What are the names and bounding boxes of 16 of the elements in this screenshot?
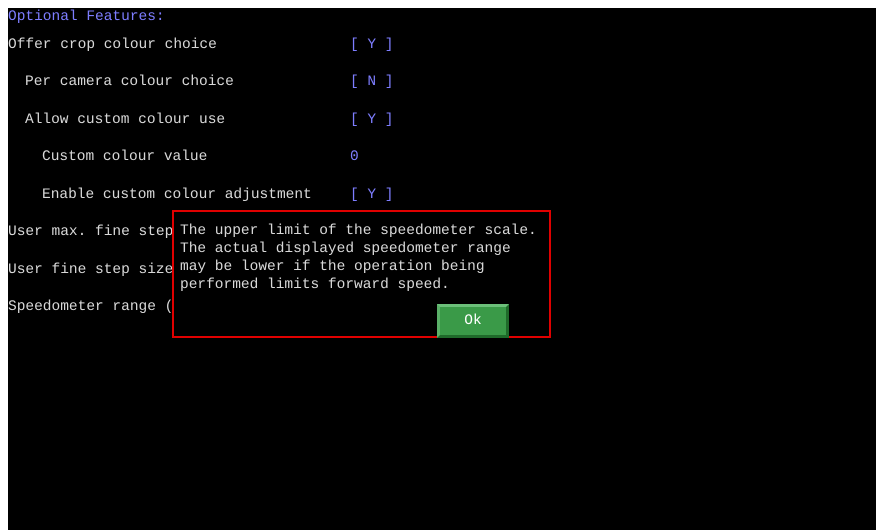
setting-value[interactable]: [ Y ] (350, 186, 394, 203)
section-heading: Optional Features: (8, 8, 165, 26)
setting-label: User fine step size (8, 262, 174, 278)
ok-button[interactable]: Ok (437, 304, 509, 338)
setting-value[interactable]: [ Y ] (350, 112, 394, 128)
help-message: The upper limit of the speedometer scale. The actual displayed speedometer range may be lower if the operation being performed limits forward speed. (180, 222, 538, 294)
setting-label: Offer crop colour choice (8, 36, 217, 53)
setting-value[interactable]: [ N ] (350, 74, 394, 90)
setting-value[interactable]: [ Y ] (350, 36, 394, 53)
setting-label: Allow custom colour use (25, 112, 226, 128)
setting-label: User max. fine step (8, 224, 174, 240)
setting-label: Enable custom colour adjustment (42, 186, 312, 203)
setting-label: Custom colour value (42, 149, 208, 166)
setting-value[interactable]: 0 (350, 149, 359, 166)
setting-label: Speedometer range ( (8, 299, 174, 316)
setting-label: Per camera colour choice (25, 74, 234, 90)
